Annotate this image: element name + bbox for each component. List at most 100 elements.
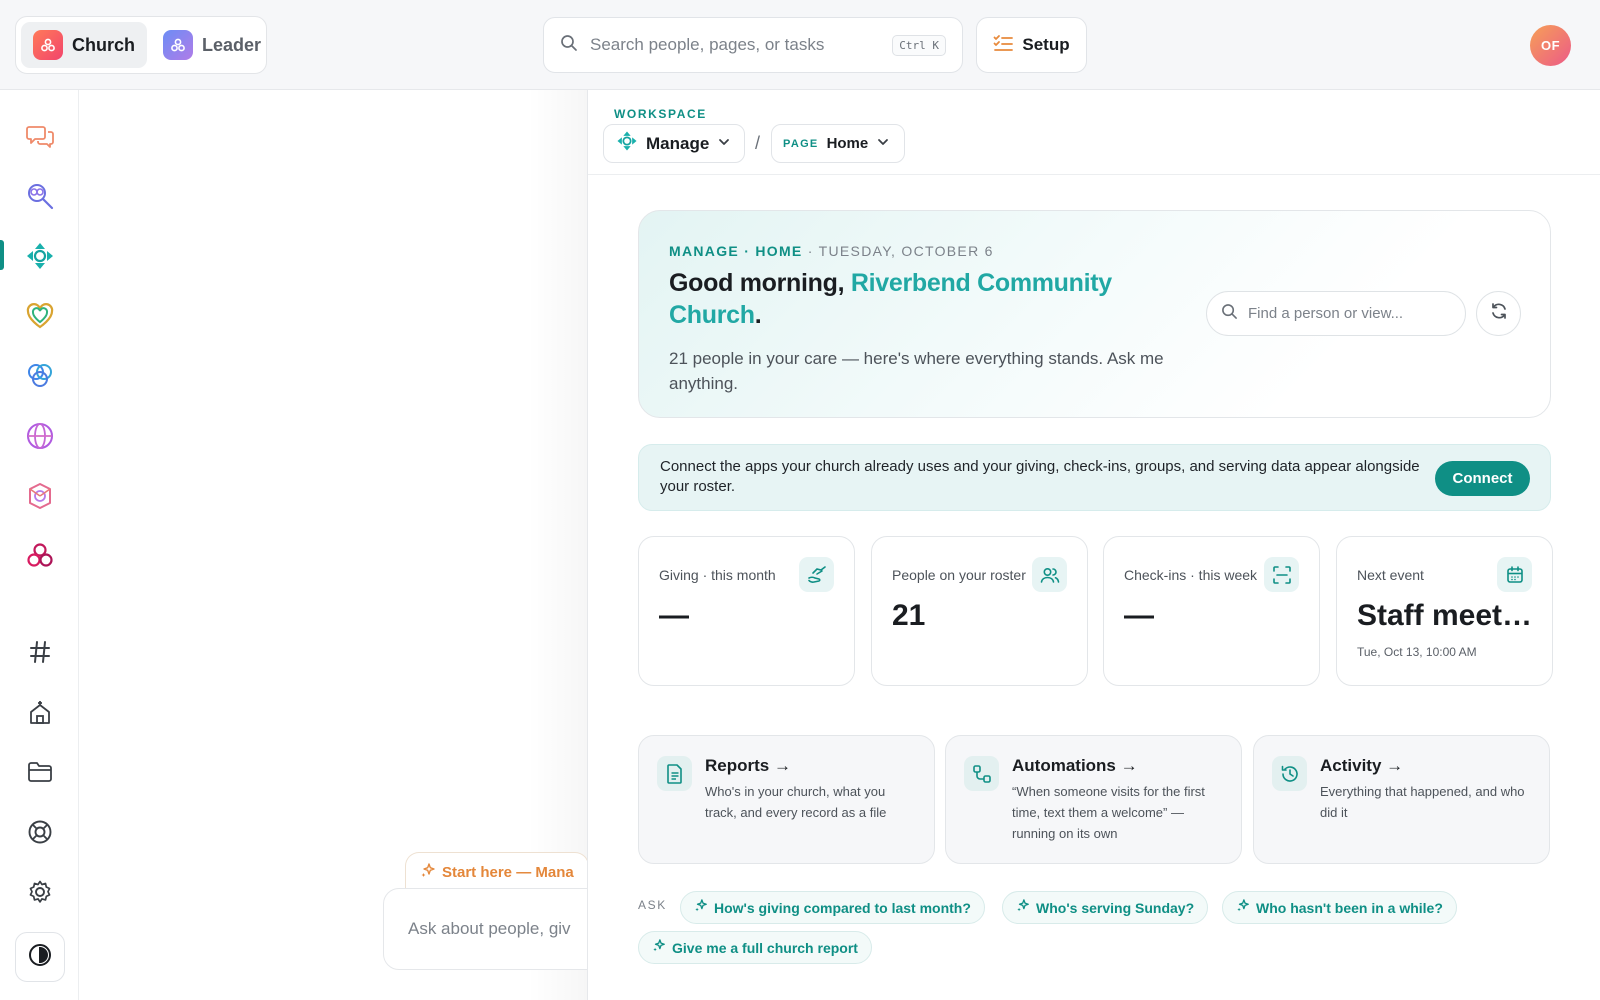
stat-card-giving[interactable]: Giving · this month — [638, 536, 855, 686]
main-content: WORKSPACE Manage / PAGE Home MANAGE · HO… [587, 90, 1600, 1000]
church-building-icon[interactable] [24, 696, 56, 728]
activity-title: Activity → [1320, 756, 1404, 775]
switcher-church-tab[interactable]: Church [21, 22, 147, 68]
ask-chip[interactable]: Give me a full church report [638, 931, 872, 964]
search-people-icon[interactable] [24, 180, 56, 212]
chevron-down-icon [717, 134, 731, 154]
groups-icon[interactable] [24, 480, 56, 512]
search-placeholder: Search people, pages, or tasks [590, 35, 825, 54]
stat-label: Giving · this month [659, 567, 776, 583]
ask-chip[interactable]: How's giving compared to last month? [680, 891, 985, 924]
sparkle-icon [1236, 899, 1250, 916]
stat-label: Check-ins · this week [1124, 567, 1258, 583]
theme-toggle-icon [28, 943, 52, 972]
page-eyebrow: MANAGE · HOME · TUESDAY, OCTOBER 6 [669, 243, 994, 259]
leader-logo-icon [163, 30, 193, 60]
chevron-down-icon [876, 135, 890, 153]
chat-input-placeholder: Ask about people, giv [408, 919, 571, 938]
scan-icon [1264, 557, 1299, 592]
ask-label: ASK [638, 898, 667, 912]
workspace-value: Manage [646, 133, 710, 153]
ask-chip-label: How's giving compared to last month? [714, 899, 971, 916]
reports-description: Who's in your church, what you track, an… [705, 784, 887, 820]
refresh-icon [1490, 302, 1508, 325]
top-bar: Church Leader Search people, pages, or t… [0, 0, 1600, 90]
find-person-input[interactable]: Find a person or view... [1206, 291, 1466, 336]
stat-card-checkins[interactable]: Check-ins · this week — [1103, 536, 1320, 686]
channels-hash-icon[interactable] [24, 636, 56, 668]
rail-active-indicator [0, 240, 4, 270]
activity-description: Everything that happened, and who did it [1320, 784, 1525, 820]
title-period: . [754, 301, 762, 329]
stat-label: People on your roster [892, 567, 1026, 583]
help-lifebuoy-icon[interactable] [24, 816, 56, 848]
folder-icon[interactable] [24, 756, 56, 788]
activity-card[interactable]: Activity → Everything that happened, and… [1253, 735, 1550, 864]
setup-button[interactable]: Setup [976, 17, 1087, 73]
setup-label: Setup [1022, 35, 1070, 54]
stat-value: — [659, 599, 689, 632]
stat-card-people[interactable]: People on your roster 21 [871, 536, 1088, 686]
breadcrumb-separator: / [755, 133, 761, 153]
manage-icon[interactable] [24, 240, 56, 272]
connect-icon[interactable] [24, 360, 56, 392]
history-clock-icon [1272, 756, 1307, 791]
assistant-chat-pane: Start here — Mana Ask about people, giv [79, 90, 587, 1000]
breadcrumb: WORKSPACE Manage / PAGE Home [588, 90, 1600, 175]
ask-chip-label: Give me a full church report [672, 939, 858, 956]
giving-hand-icon [799, 557, 834, 592]
icon-rail [0, 90, 79, 1000]
automations-card[interactable]: Automations → “When someone visits for t… [945, 735, 1242, 864]
automation-flow-icon [964, 756, 999, 791]
search-shortcut-badge: Ctrl K [892, 34, 946, 56]
sparkle-icon [652, 939, 666, 956]
refresh-button[interactable] [1476, 291, 1521, 336]
page-select[interactable]: PAGE Home [771, 124, 905, 163]
switcher-leader-label: Leader [202, 34, 262, 55]
reports-title: Reports → [705, 756, 791, 775]
serve-icon[interactable] [24, 540, 56, 572]
stat-sub: Tue, Oct 13, 10:00 AM [1357, 645, 1477, 659]
ask-chip-label: Who hasn't been in a while? [1256, 899, 1443, 916]
automations-description: “When someone visits for the first time,… [1012, 784, 1205, 841]
greeting-card: MANAGE · HOME · TUESDAY, OCTOBER 6 Good … [638, 210, 1551, 418]
find-person-placeholder: Find a person or view... [1248, 305, 1404, 322]
app-switcher: Church Leader [15, 16, 267, 74]
ask-chip[interactable]: Who hasn't been in a while? [1222, 891, 1457, 924]
switcher-leader-tab[interactable]: Leader [151, 22, 273, 68]
eyebrow-date: · TUESDAY, OCTOBER 6 [802, 243, 994, 259]
ask-chip[interactable]: Who's serving Sunday? [1002, 891, 1209, 924]
greeting-subtitle: 21 people in your care — here's where ev… [669, 349, 1164, 393]
search-icon [560, 34, 578, 57]
greeting-text: Good morning, [669, 269, 851, 297]
church-logo-icon [33, 30, 63, 60]
stat-value: Staff meeting [1357, 599, 1537, 632]
user-avatar[interactable]: OF [1530, 25, 1571, 66]
checklist-icon [993, 34, 1014, 57]
connect-apps-banner: Connect the apps your church already use… [638, 444, 1551, 511]
start-here-label: Start here — Mana [442, 864, 574, 881]
stat-value: — [1124, 599, 1154, 632]
ask-chip-label: Who's serving Sunday? [1036, 899, 1195, 916]
settings-gear-icon[interactable] [24, 876, 56, 908]
report-document-icon [657, 756, 692, 791]
page-title: Good morning, Riverbend Community Church… [669, 267, 1129, 331]
sparkle-icon [1016, 899, 1030, 916]
start-here-pill[interactable]: Start here — Mana [405, 852, 587, 892]
chat-icon[interactable] [24, 120, 56, 152]
sparkle-icon [694, 899, 708, 916]
workspace-select[interactable]: Manage [603, 124, 745, 163]
global-icon[interactable] [24, 420, 56, 452]
chat-input[interactable]: Ask about people, giv [383, 888, 587, 970]
automations-title: Automations → [1012, 756, 1138, 775]
banner-text: Connect the apps your church already use… [660, 458, 1420, 495]
connect-button[interactable]: Connect [1435, 461, 1530, 496]
theme-toggle-button[interactable] [15, 932, 65, 982]
stat-value: 21 [892, 599, 926, 632]
people-icon [1032, 557, 1067, 592]
care-heart-icon[interactable] [24, 300, 56, 332]
stat-card-next-event[interactable]: Next event Staff meeting Tue, Oct 13, 10… [1336, 536, 1553, 686]
page-value: Home [826, 135, 869, 152]
reports-card[interactable]: Reports → Who's in your church, what you… [638, 735, 935, 864]
global-search-input[interactable]: Search people, pages, or tasks Ctrl K [543, 17, 963, 73]
